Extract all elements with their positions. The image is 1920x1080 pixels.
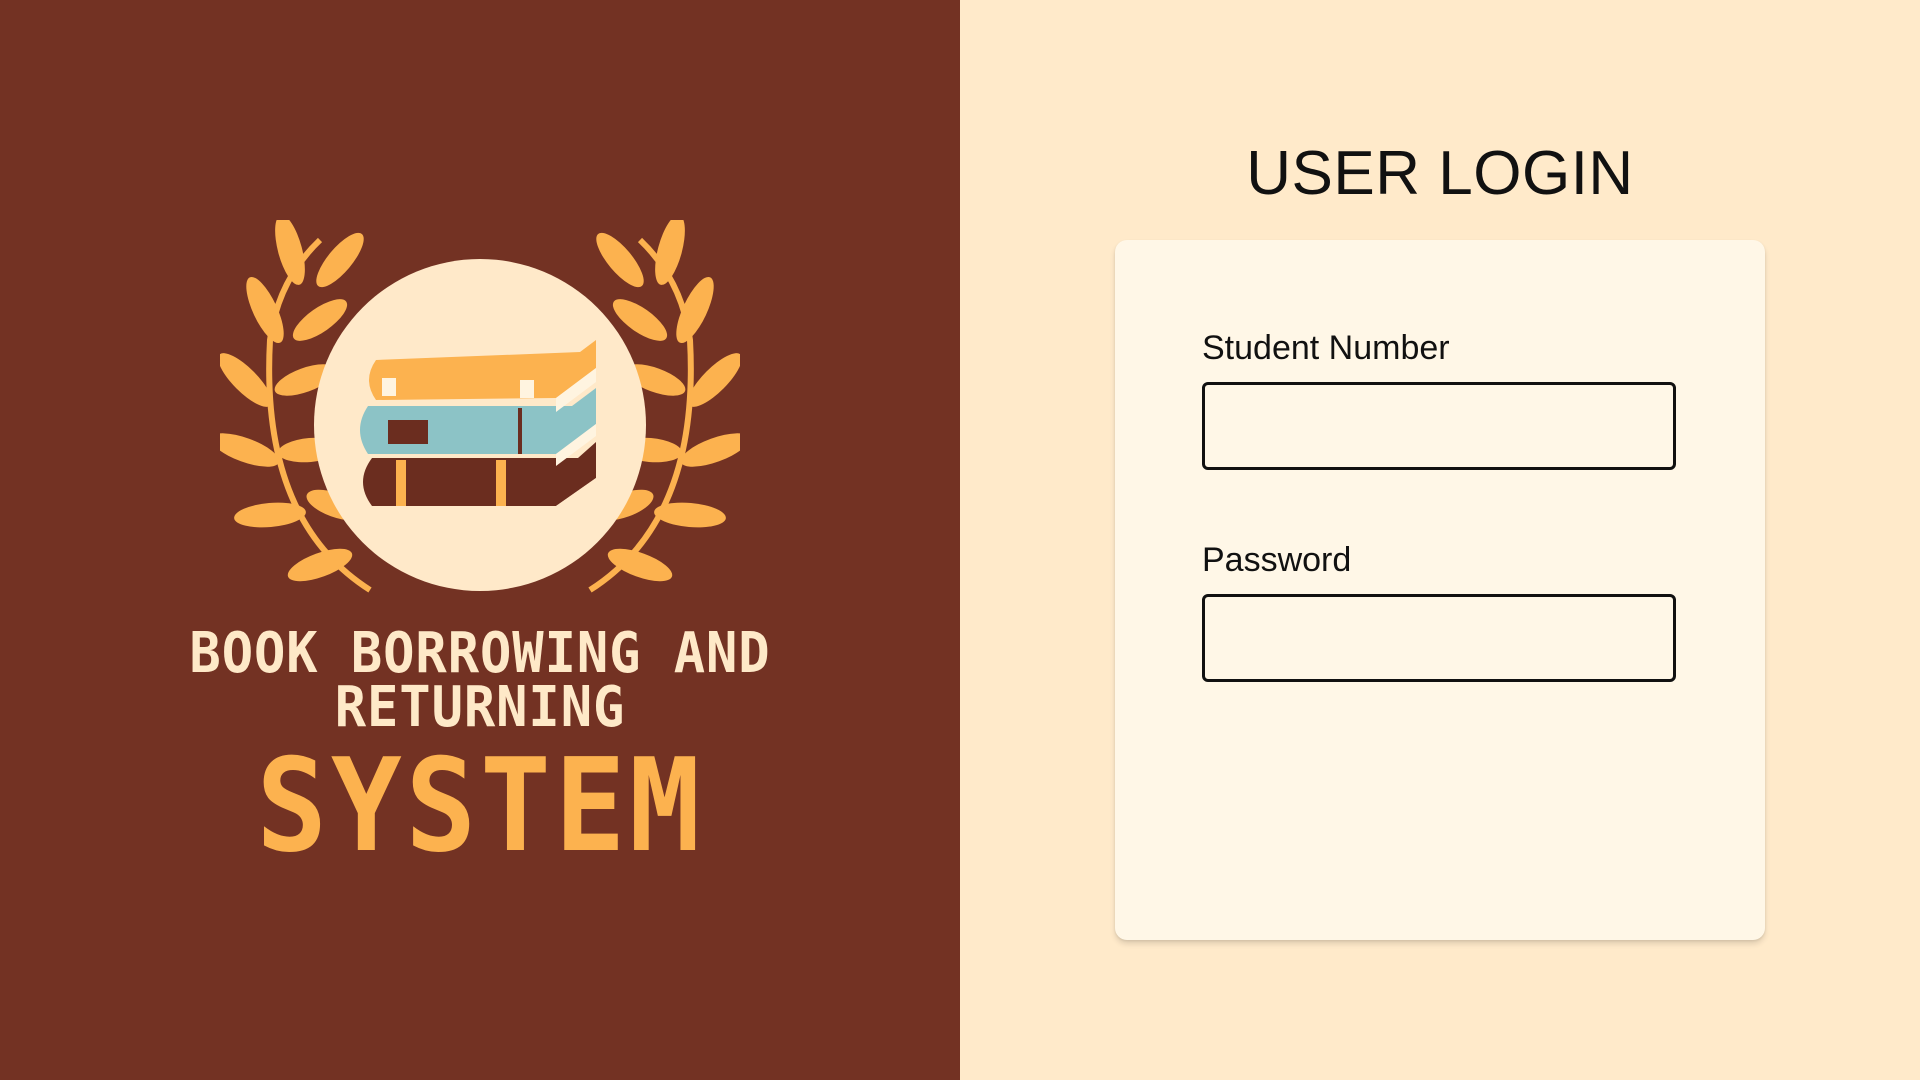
password-input[interactable] (1202, 594, 1676, 682)
login-card: Student Number Password (1115, 240, 1765, 940)
password-label: Password (1202, 541, 1352, 579)
login-panel: USER LOGIN Student Number Password (960, 0, 1920, 1080)
student-number-input[interactable] (1202, 382, 1676, 470)
branding-panel: BOOK BORROWING AND RETURNING SYSTEM (0, 0, 960, 1080)
brand-title-system: SYSTEM (256, 732, 704, 881)
books-laurel-logo (220, 220, 740, 593)
brand-title-line2: RETURNING (334, 675, 626, 740)
login-title: USER LOGIN (1246, 139, 1634, 208)
student-number-label: Student Number (1202, 329, 1450, 367)
